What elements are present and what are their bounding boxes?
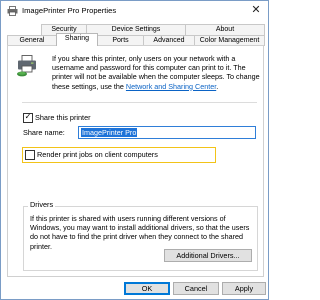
tab-strip: Security Device Settings About General S… xyxy=(7,24,265,46)
window-title: ImagePrinter Pro Properties xyxy=(22,6,117,15)
share-name-input[interactable]: ImagePrinter Pro xyxy=(78,126,256,139)
tab-sharing[interactable]: Sharing xyxy=(56,33,98,46)
tab-device-settings[interactable]: Device Settings xyxy=(86,24,186,35)
render-client-checkbox[interactable] xyxy=(25,150,35,160)
ok-button[interactable]: OK xyxy=(124,282,170,295)
title-bar[interactable]: ImagePrinter Pro Properties ✕ xyxy=(1,1,268,21)
share-printer-label[interactable]: Share this printer xyxy=(35,113,91,122)
checkmark-icon: ✓ xyxy=(24,112,32,121)
printer-icon xyxy=(7,6,18,16)
share-name-label: Share name: xyxy=(23,128,65,137)
shared-printer-icon xyxy=(15,54,39,78)
apply-button[interactable]: Apply xyxy=(222,282,266,295)
render-client-label[interactable]: Render print jobs on client computers xyxy=(37,150,158,159)
network-sharing-center-link[interactable]: Network and Sharing Center xyxy=(126,82,216,91)
sharing-info-end: . xyxy=(216,81,219,91)
share-printer-checkbox[interactable]: ✓ xyxy=(23,112,33,123)
sharing-panel: If you share this printer, only users on… xyxy=(7,45,264,277)
sharing-info-text: If you share this printer, only users on… xyxy=(52,54,260,91)
drivers-description: If this printer is shared with users run… xyxy=(30,214,250,251)
drivers-legend: Drivers xyxy=(28,200,56,209)
tab-about[interactable]: About xyxy=(185,24,265,35)
divider xyxy=(22,102,257,103)
cancel-button[interactable]: Cancel xyxy=(173,282,219,295)
properties-dialog: ImagePrinter Pro Properties ✕ Security D… xyxy=(0,0,269,300)
close-icon[interactable]: ✕ xyxy=(248,3,264,18)
share-name-value: ImagePrinter Pro xyxy=(81,128,138,137)
additional-drivers-button[interactable]: Additional Drivers... xyxy=(164,249,252,262)
